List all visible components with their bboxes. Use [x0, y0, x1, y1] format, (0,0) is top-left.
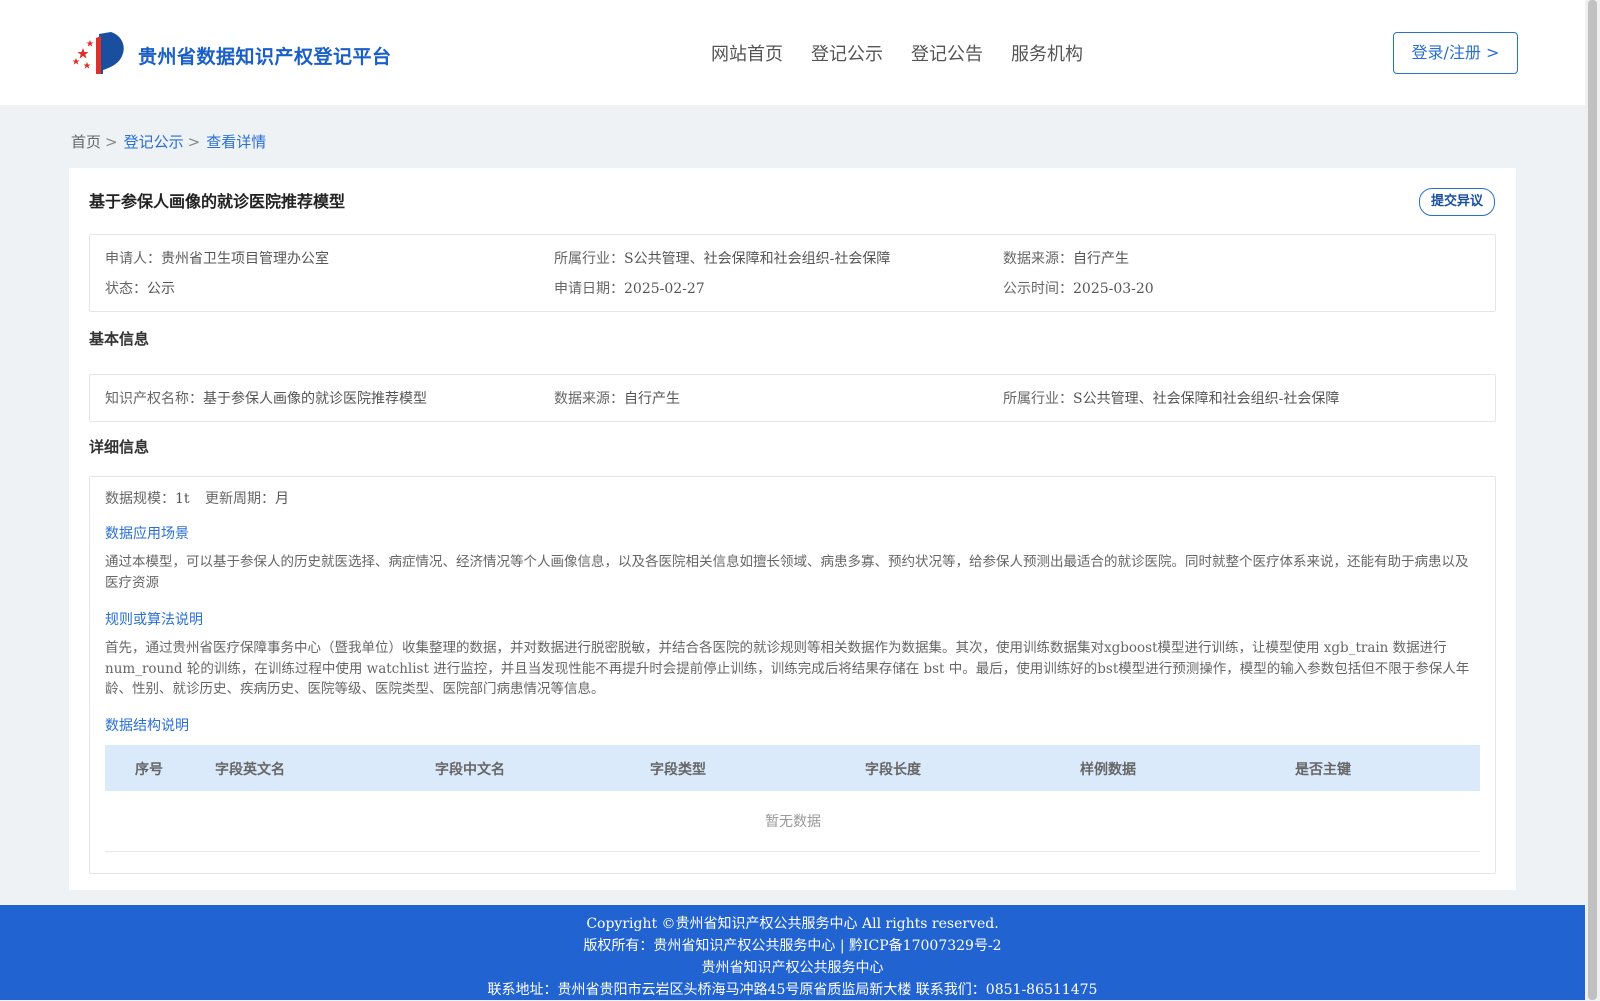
apply-date-value: 2025-02-27	[624, 281, 705, 297]
basic-industry-field: 所属行业：S公共管理、社会保障和社会组织-社会保障	[1003, 388, 1339, 408]
status-value: 公示	[147, 281, 175, 297]
basic-info-panel: 知识产权名称：基于参保人画像的就诊医院推荐模型 数据来源：自行产生 所属行业：S…	[89, 374, 1496, 422]
basic-source-value: 自行产生	[624, 391, 680, 407]
scenario-heading: 数据应用场景	[105, 526, 189, 542]
publicity-date-value: 2025-03-20	[1073, 281, 1154, 297]
source-field: 数据来源：自行产生	[1003, 248, 1129, 268]
basic-industry-label: 所属行业：	[1003, 391, 1073, 407]
th-field-chinese: 字段中文名	[435, 762, 505, 778]
scale-value: 1t	[175, 491, 190, 507]
summary-panel: 申请人：贵州省卫生项目管理办公室 所属行业：S公共管理、社会保障和社会组织-社会…	[89, 234, 1496, 312]
cycle-value: 月	[275, 491, 289, 507]
ip-name-field: 知识产权名称：基于参保人画像的就诊医院推荐模型	[105, 388, 427, 408]
status-field: 状态：公示	[105, 278, 175, 298]
applicant-value: 贵州省卫生项目管理办公室	[161, 251, 329, 267]
breadcrumb-separator: >	[187, 133, 201, 151]
breadcrumb: 首页 > 登记公示 > 查看详情	[71, 131, 266, 152]
th-field-length: 字段长度	[865, 762, 921, 778]
basic-info-heading: 基本信息	[89, 330, 150, 348]
detail-card: 基于参保人画像的就诊医院推荐模型 提交异议 申请人：贵州省卫生项目管理办公室 所…	[69, 168, 1516, 890]
breadcrumb-publicity[interactable]: 登记公示	[124, 133, 184, 151]
main-nav: 网站首页 登记公示 登记公告 服务机构	[711, 40, 1083, 66]
nav-service-agencies[interactable]: 服务机构	[1011, 40, 1083, 66]
nav-home[interactable]: 网站首页	[711, 40, 783, 66]
table-header: 序号 字段英文名 字段中文名 字段类型 字段长度 样例数据 是否主键	[105, 745, 1480, 791]
apply-date-label: 申请日期：	[554, 281, 624, 297]
footer-rights: 版权所有：贵州省知识产权公共服务中心 | 黔ICP备17007329号-2	[583, 938, 1002, 954]
th-sample-data: 样例数据	[1080, 762, 1136, 778]
footer-copyright: Copyright ©贵州省知识产权公共服务中心 All rights rese…	[586, 916, 999, 932]
publicity-date-field: 公示时间：2025-03-20	[1003, 278, 1154, 298]
scale-label: 数据规模：	[105, 491, 175, 507]
source-label: 数据来源：	[1003, 251, 1073, 267]
algorithm-heading: 规则或算法说明	[105, 612, 203, 628]
ip-name-label: 知识产权名称：	[105, 391, 203, 407]
detail-info-heading: 详细信息	[89, 438, 150, 456]
site-title[interactable]: 贵州省数据知识产权登记平台	[138, 42, 392, 69]
breadcrumb-current: 查看详情	[206, 133, 267, 151]
nav-registration-publicity[interactable]: 登记公示	[811, 40, 883, 66]
applicant-field: 申请人：贵州省卫生项目管理办公室	[105, 248, 329, 268]
th-index: 序号	[135, 762, 163, 778]
industry-label: 所属行业：	[554, 251, 624, 267]
th-field-english: 字段英文名	[215, 762, 285, 778]
empty-text: 暂无数据	[765, 814, 821, 830]
cycle-label: 更新周期：	[205, 491, 275, 507]
page-title: 基于参保人画像的就诊医院推荐模型	[89, 192, 346, 211]
industry-field: 所属行业：S公共管理、社会保障和社会组织-社会保障	[554, 248, 890, 268]
basic-source-field: 数据来源：自行产生	[554, 388, 680, 408]
data-structure-table: 序号 字段英文名 字段中文名 字段类型 字段长度 样例数据 是否主键 暂无数据	[105, 745, 1480, 852]
status-label: 状态：	[105, 281, 147, 297]
detail-info-panel: 数据规模：1t 更新周期：月 数据应用场景 通过本模型，可以基于参保人的历史就医…	[89, 476, 1496, 874]
scale-field: 数据规模：1t	[105, 488, 190, 508]
site-footer: Copyright ©贵州省知识产权公共服务中心 All rights rese…	[0, 905, 1585, 1000]
industry-value: S公共管理、社会保障和社会组织-社会保障	[624, 251, 891, 267]
breadcrumb-separator: >	[105, 133, 118, 151]
submit-objection-button[interactable]: 提交异议	[1419, 188, 1495, 216]
th-field-type: 字段类型	[650, 762, 706, 778]
basic-source-label: 数据来源：	[554, 391, 624, 407]
cycle-field: 更新周期：月	[205, 488, 289, 508]
table-empty-row: 暂无数据	[105, 791, 1480, 852]
source-value: 自行产生	[1073, 251, 1129, 267]
footer-org: 贵州省知识产权公共服务中心	[701, 960, 884, 976]
structure-heading: 数据结构说明	[105, 718, 189, 734]
algorithm-text: 首先，通过贵州省医疗保障事务中心（暨我单位）收集整理的数据，并对数据进行脱密脱敏…	[105, 640, 1470, 697]
scenario-text: 通过本模型，可以基于参保人的历史就医选择、病症情况、经济情况等个人画像信息，以及…	[105, 554, 1469, 591]
logo-icon	[72, 32, 124, 74]
ip-name-value: 基于参保人画像的就诊医院推荐模型	[203, 391, 427, 407]
footer-contact: 联系地址：贵州省贵阳市云岩区头桥海马冲路45号原省质监局新大楼 联系我们：085…	[487, 982, 1098, 998]
page-scrollbar[interactable]	[1585, 0, 1600, 1000]
site-header: 贵州省数据知识产权登记平台 网站首页 登记公示 登记公告 服务机构 登录/注册 …	[0, 0, 1585, 105]
apply-date-field: 申请日期：2025-02-27	[554, 278, 705, 298]
login-register-button[interactable]: 登录/注册 >	[1393, 32, 1518, 74]
scrollbar-thumb[interactable]	[1588, 0, 1597, 1000]
publicity-date-label: 公示时间：	[1003, 281, 1073, 297]
basic-industry-value: S公共管理、社会保障和社会组织-社会保障	[1073, 391, 1340, 407]
applicant-label: 申请人：	[105, 251, 161, 267]
th-primary-key: 是否主键	[1295, 762, 1351, 778]
nav-registration-announcement[interactable]: 登记公告	[911, 40, 983, 66]
breadcrumb-home[interactable]: 首页	[71, 133, 101, 151]
